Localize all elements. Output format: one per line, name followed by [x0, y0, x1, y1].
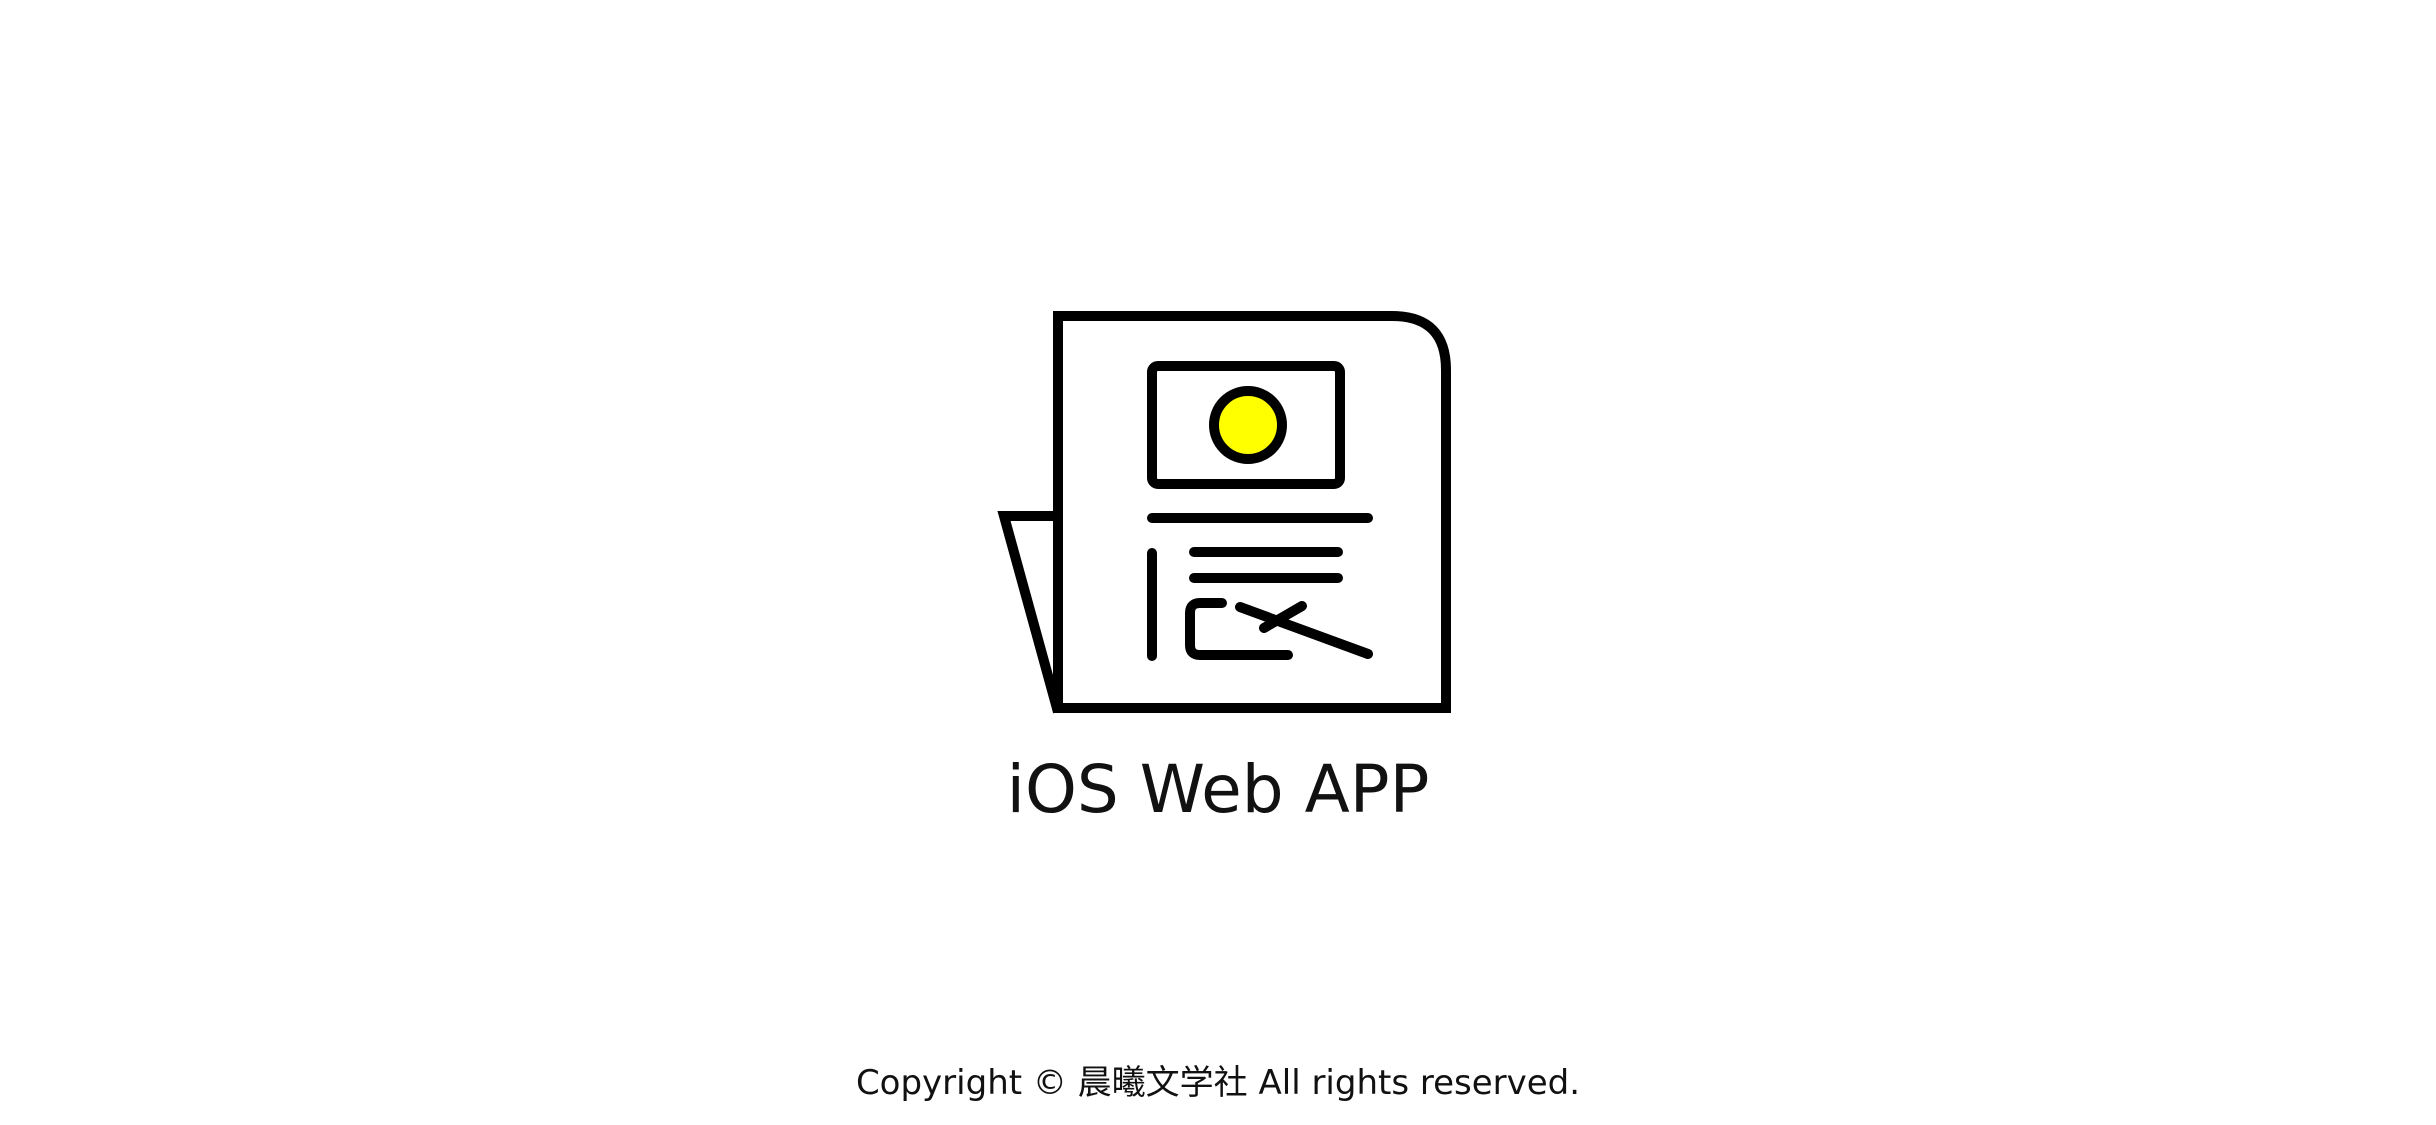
splash-screen: iOS Web APP Copyright © 晨曦文学社 All rights…	[0, 0, 2436, 1125]
copyright-text: Copyright © 晨曦文学社 All rights reserved.	[855, 1063, 1581, 1103]
app-title: iOS Web APP	[1006, 751, 1430, 828]
newspaper-chen-logo-icon	[997, 311, 1451, 714]
